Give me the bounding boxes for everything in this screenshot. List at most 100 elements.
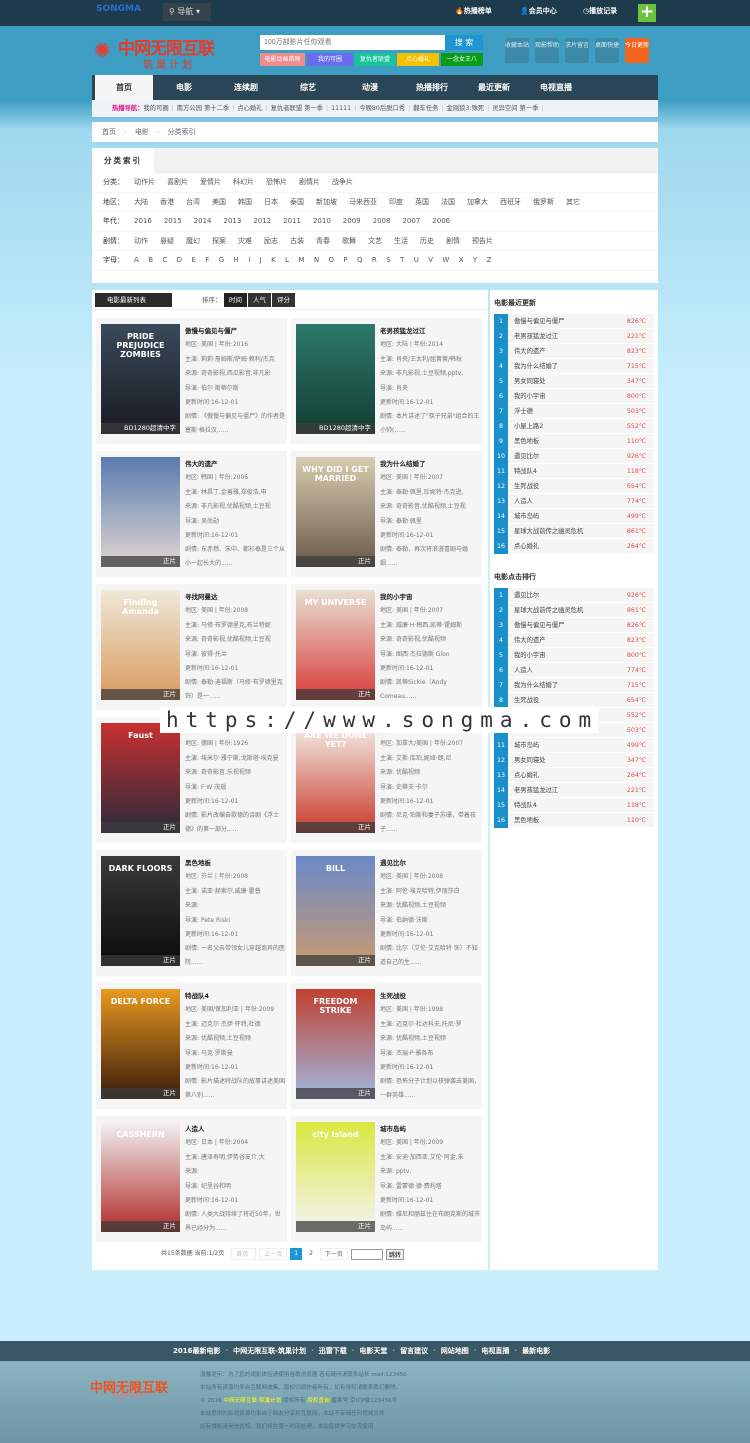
movie-name[interactable]: 浮士德 <box>514 404 533 419</box>
hot-nav-link[interactable]: 翻车任务 <box>413 105 438 112</box>
movie-poster[interactable]: city island 正片 <box>296 1122 375 1232</box>
filter-option[interactable]: 日本 <box>264 198 278 206</box>
nav-item[interactable]: 热播排行 <box>401 75 463 100</box>
filter-option[interactable]: 韩国 <box>238 198 252 206</box>
filter-option[interactable]: 励志 <box>264 237 278 245</box>
hot-tag[interactable]: 电影动画首映 <box>260 53 305 66</box>
latest-item[interactable]: 16 点心婚礼 264℃ <box>494 539 654 554</box>
movie-poster[interactable]: 正片 <box>101 457 180 567</box>
filter-option[interactable]: X <box>459 256 464 264</box>
movie-card[interactable]: MY UNIVERSE 正片 我的小宇宙 地区: 美国 | 年份:2007 主演: 威廉… <box>291 584 482 710</box>
filter-option[interactable]: 印度 <box>389 198 403 206</box>
movie-name[interactable]: 老男孩猛龙过江 <box>514 329 558 344</box>
filter-option[interactable]: 2008 <box>373 217 391 225</box>
filter-option[interactable]: C <box>162 256 167 264</box>
movie-name[interactable]: 星球大战前传之幽灵危机 <box>514 524 583 539</box>
quick-link-button[interactable]: 桌面快捷 <box>595 38 619 63</box>
filter-option[interactable]: N <box>314 256 319 264</box>
movie-card[interactable]: FREEDOM STRIKE 正片 生死战役 地区: 美国 | 年份:1998 主演: … <box>291 983 482 1109</box>
quick-link-button[interactable]: 今日更新 <box>625 38 649 63</box>
latest-item[interactable]: 9 黑色地板 110℃ <box>494 434 654 449</box>
movie-poster[interactable]: BD1280超清中字 <box>296 324 375 434</box>
movie-card[interactable]: Finding Amanda 正片 寻找阿曼达 地区: 美国 | 年份:2008 主演:… <box>96 584 287 710</box>
site-logo-small[interactable]: SONGMA <box>96 4 141 14</box>
movie-title[interactable]: 人造人 <box>185 1122 285 1136</box>
search-input[interactable] <box>260 35 445 50</box>
movie-poster[interactable]: DARK FLOORS 正片 <box>101 856 180 966</box>
filter-option[interactable]: 2006 <box>432 217 450 225</box>
filter-option[interactable]: 2012 <box>253 217 271 225</box>
movie-poster[interactable]: CASSHERN 正片 <box>101 1122 180 1232</box>
movie-card[interactable]: BD1280超清中字 老男孩猛龙过江 地区: 大陆 | 年份:2014 主演: 肖央/… <box>291 318 482 444</box>
nav-item[interactable]: 电视直播 <box>525 75 587 100</box>
nav-item[interactable]: 电影 <box>153 75 215 100</box>
hot-nav-link[interactable]: 我的可圈 <box>143 105 168 112</box>
latest-item[interactable]: 8 小屋上路2 552℃ <box>494 419 654 434</box>
hot-nav-link[interactable]: 点心婚礼 <box>237 105 262 112</box>
latest-item[interactable]: 2 老男孩猛龙过江 221℃ <box>494 329 654 344</box>
filter-option[interactable]: D <box>177 256 182 264</box>
rank-item[interactable]: 14 老男孩猛龙过江 221℃ <box>494 783 654 798</box>
search-button[interactable]: 搜 索 <box>445 35 483 50</box>
filter-option[interactable]: F <box>205 256 209 264</box>
filter-option[interactable]: 科幻片 <box>233 178 254 186</box>
movie-card[interactable]: DARK FLOORS 正片 黑色地板 地区: 芬兰 | 年份:2008 主演: 诺亚·… <box>96 850 287 976</box>
hot-nav-link[interactable]: 南方公园 第十二季 <box>177 105 229 112</box>
rank-item[interactable]: 6 人造人 774℃ <box>494 663 654 678</box>
movie-name[interactable]: 生死战役 <box>514 479 539 494</box>
filter-option[interactable]: 剧情 <box>446 237 460 245</box>
filter-option[interactable]: 英国 <box>415 198 429 206</box>
filter-option[interactable]: 西班牙 <box>500 198 521 206</box>
footer-nav-link[interactable]: 电视直播 <box>481 1347 509 1355</box>
rank-item[interactable]: 12 男女同寝处 347℃ <box>494 753 654 768</box>
filter-option[interactable]: Y <box>473 256 477 264</box>
movie-name[interactable]: 傲慢与偏见与僵尸 <box>514 314 564 329</box>
hot-list-link[interactable]: 🔥热播榜单 <box>455 6 492 16</box>
rank-item[interactable]: 1 遇见比尔 926℃ <box>494 588 654 603</box>
footer-site-link[interactable]: 中网无限互联-筑巢计划 <box>223 1398 281 1404</box>
nav-dropdown[interactable]: ⚲ 导航 ▾ <box>163 3 211 21</box>
movie-title[interactable]: 城市岛屿 <box>380 1122 480 1136</box>
footer-nav-link[interactable]: 迅雷下载 <box>319 1347 347 1355</box>
movie-name[interactable]: 傲慢与偏见与僵尸 <box>514 618 564 633</box>
latest-item[interactable]: 4 我为什么结婚了 715℃ <box>494 359 654 374</box>
filter-option[interactable]: 恐怖片 <box>266 178 287 186</box>
movie-title[interactable]: 黑色地板 <box>185 856 285 870</box>
movie-name[interactable]: 特战队4 <box>514 464 537 479</box>
movie-title[interactable]: 伟大的遗产 <box>185 457 285 471</box>
movie-title[interactable]: 遇见比尔 <box>380 856 480 870</box>
filter-option[interactable]: 文艺 <box>368 237 382 245</box>
footer-nav-link[interactable]: 网站地图 <box>441 1347 469 1355</box>
movie-title[interactable]: 特战队4 <box>185 989 285 1003</box>
movie-name[interactable]: 城市岛屿 <box>514 509 539 524</box>
filter-option[interactable]: B <box>148 256 153 264</box>
hot-nav-link[interactable]: 11111 <box>331 105 351 112</box>
filter-option[interactable]: Z <box>487 256 492 264</box>
filter-option[interactable]: G <box>219 256 224 264</box>
hot-nav-link[interactable]: 灵异空间 第一季 <box>492 105 538 112</box>
movie-poster[interactable]: ARE WE DONE YET? 正片 <box>296 723 375 833</box>
breadcrumb-item[interactable]: 首页 <box>102 128 116 136</box>
movie-poster[interactable]: BILL 正片 <box>296 856 375 966</box>
plus-icon[interactable]: + <box>638 4 656 22</box>
movie-name[interactable]: 人造人 <box>514 663 533 678</box>
movie-name[interactable]: 黑色地板 <box>514 813 539 828</box>
prev-page[interactable]: 上一页 <box>259 1248 288 1260</box>
movie-name[interactable]: 点心婚礼 <box>514 768 539 783</box>
latest-item[interactable]: 13 人造人 774℃ <box>494 494 654 509</box>
filter-option[interactable]: 美国 <box>212 198 226 206</box>
latest-item[interactable]: 3 伟大的遗产 823℃ <box>494 344 654 359</box>
footer-nav-link[interactable]: 电影天堂 <box>359 1347 387 1355</box>
filter-option[interactable]: R <box>372 256 377 264</box>
filter-option[interactable]: 青春 <box>316 237 330 245</box>
filter-option[interactable]: 新加坡 <box>316 198 337 206</box>
movie-poster[interactable]: Faust 正片 <box>101 723 180 833</box>
movie-name[interactable]: 男女同寝处 <box>514 374 545 389</box>
latest-item[interactable]: 14 城市岛屿 499℃ <box>494 509 654 524</box>
movie-name[interactable]: 城市岛屿 <box>514 738 539 753</box>
filter-option[interactable]: K <box>271 256 276 264</box>
quick-link-button[interactable]: 求片留言 <box>565 38 589 63</box>
latest-item[interactable]: 6 我的小宇宙 800℃ <box>494 389 654 404</box>
movie-name[interactable]: 我的小宇宙 <box>514 648 545 663</box>
filter-option[interactable]: 2011 <box>283 217 301 225</box>
